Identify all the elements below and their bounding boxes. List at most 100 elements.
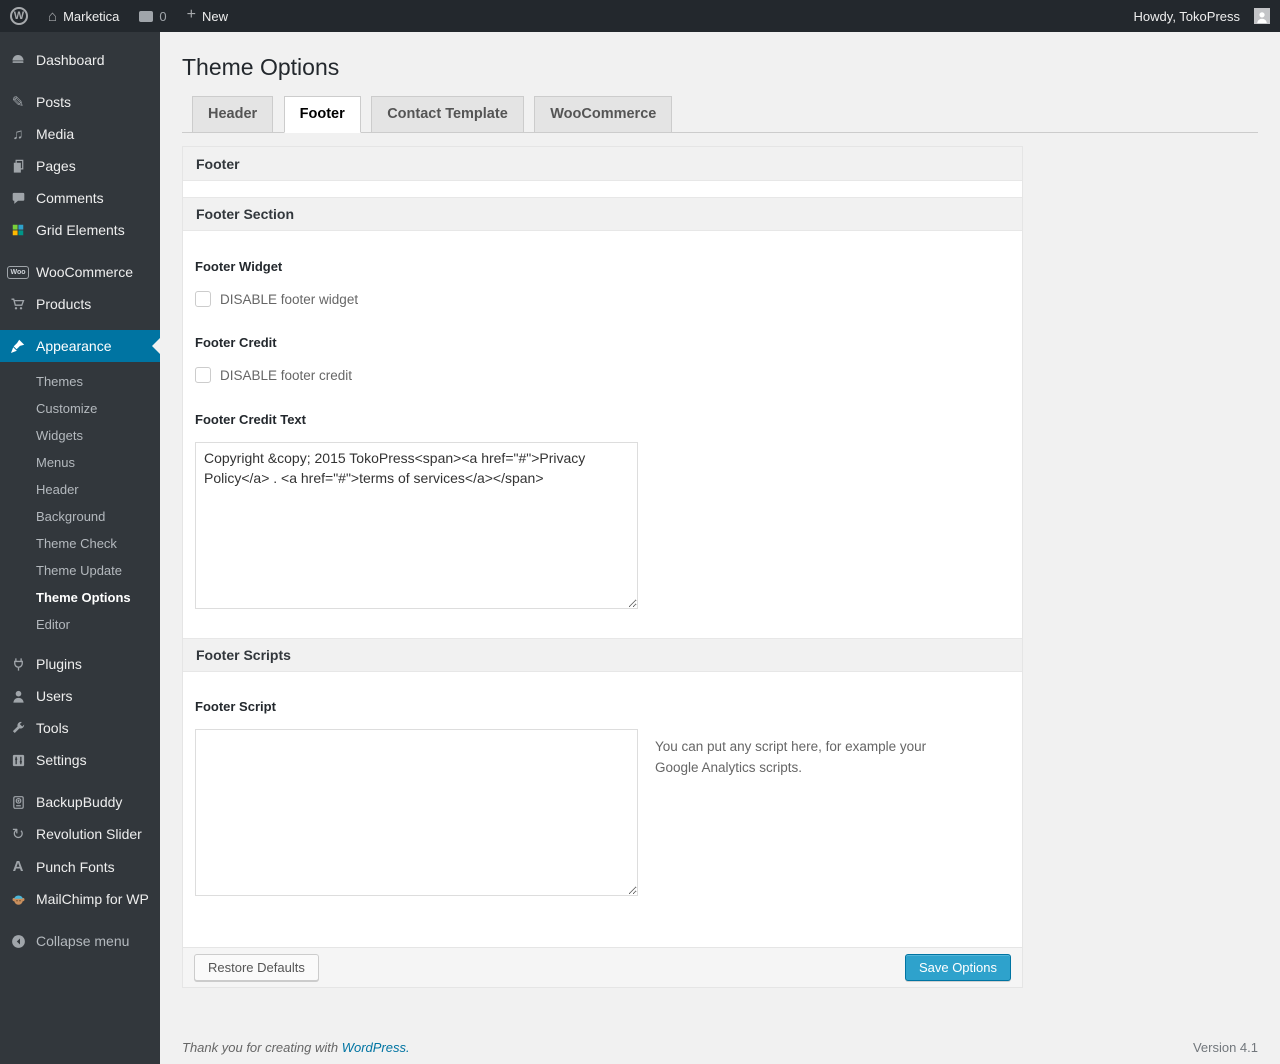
menu-separator [0,246,160,256]
grid-elements-icon [8,223,28,237]
sidebar-item-label: Media [36,126,75,142]
sidebar-item-label: Punch Fonts [36,858,115,875]
sidebar-item-label: Posts [36,94,72,110]
sidebar-item-mailchimp[interactable]: MailChimp for WP [0,883,160,915]
tab-footer[interactable]: Footer [283,96,361,133]
sidebar-item-label: Collapse menu [36,933,130,949]
submenu-item-customize[interactable]: Customize [0,395,160,422]
submenu-item-header[interactable]: Header [0,476,160,503]
sidebar-item-plugins[interactable]: Plugins [0,648,160,680]
tab-contact-template[interactable]: Contact Template [371,96,524,132]
site-name: Marketica [63,8,120,24]
site-name-menu[interactable]: ⌂ Marketica [38,0,129,32]
rotate-arrows-icon: ↻ [11,825,25,843]
submenu-item-theme-options[interactable]: Theme Options [0,584,160,611]
submenu-item-background[interactable]: Background [0,503,160,530]
submenu-item-theme-check[interactable]: Theme Check [0,530,160,557]
submenu-item-themes[interactable]: Themes [0,368,160,395]
footer-script-textarea[interactable] [195,729,638,896]
menu-separator [0,320,160,330]
sidebar-item-label: MailChimp for WP [36,891,149,907]
tab-woocommerce[interactable]: WooCommerce [534,96,673,132]
tab-header[interactable]: Header [192,96,274,132]
avatar [1254,8,1270,24]
sidebar-item-label: Plugins [36,656,82,672]
disable-footer-widget-text[interactable]: DISABLE footer widget [220,292,358,307]
sidebar-item-media[interactable]: ♫ Media [0,118,160,150]
section-heading-footer-section: Footer Section [183,197,1022,231]
admin-sidebar: Dashboard ✎ Posts ♫ Media Pages Comments… [0,32,160,1064]
collapse-menu-button[interactable]: Collapse menu [0,925,160,957]
sidebar-item-users[interactable]: Users [0,680,160,712]
cart-icon [8,296,28,312]
brush-icon [8,338,28,354]
wp-logo-menu[interactable]: W [0,0,38,32]
sidebar-item-label: Appearance [36,338,112,354]
submenu-item-editor[interactable]: Editor [0,611,160,638]
footer-scripts-body: Footer Script You can put any script her… [183,672,1022,947]
submenu-item-menus[interactable]: Menus [0,449,160,476]
letter-a-icon: A [12,858,24,875]
save-options-button[interactable]: Save Options [904,954,1011,981]
comments-icon [8,191,28,206]
footer-thanks: Thank you for creating with WordPress. [182,1040,410,1055]
group-heading-footer: Footer [183,147,1022,181]
submenu-item-widgets[interactable]: Widgets [0,422,160,449]
admin-bar: W ⌂ Marketica 0 + New Howdy, TokoPress [0,0,1280,32]
sidebar-item-woocommerce[interactable]: Woo WooCommerce [0,256,160,288]
panel-action-bar: Restore Defaults Save Options [183,947,1022,987]
submenu-item-theme-update[interactable]: Theme Update [0,557,160,584]
footer-credit-text-label: Footer Credit Text [195,412,306,427]
disable-footer-credit-checkbox[interactable] [195,367,211,383]
sliders-icon [8,753,28,768]
sidebar-item-products[interactable]: Products [0,288,160,320]
collapse-icon [8,934,28,949]
footer-credit-label: Footer Credit [195,335,277,350]
sidebar-item-punch-fonts[interactable]: A Punch Fonts [0,850,160,883]
person-icon [1257,12,1267,24]
footer-section-body: Footer Widget DISABLE footer widget Foot… [183,231,1022,638]
sidebar-item-settings[interactable]: Settings [0,744,160,776]
my-account-menu[interactable]: Howdy, TokoPress [1124,0,1280,32]
sidebar-item-comments[interactable]: Comments [0,182,160,214]
sidebar-item-appearance[interactable]: Appearance [0,330,160,362]
sidebar-item-label: Products [36,296,92,312]
sidebar-item-tools[interactable]: Tools [0,712,160,744]
home-icon: ⌂ [48,7,58,25]
version-text: Version 4.1 [1192,1040,1258,1055]
comment-bubble-icon [139,10,154,22]
sidebar-item-label: Settings [36,752,87,768]
sidebar-item-label: Dashboard [36,52,105,68]
wordpress-logo-icon: W [10,7,28,25]
plug-icon [8,657,28,672]
group-spacer [183,181,1022,197]
restore-defaults-button[interactable]: Restore Defaults [194,954,319,981]
sidebar-item-label: BackupBuddy [36,794,123,810]
footer-script-label: Footer Script [195,699,276,714]
comments-admin-bar[interactable]: 0 [129,0,176,32]
tab-bar: Header Footer Contact Template WooCommer… [182,96,1258,133]
main-content: Theme Options Header Footer Contact Temp… [160,32,1280,1055]
menu-separator [0,776,160,786]
sidebar-item-pages[interactable]: Pages [0,150,160,182]
sidebar-item-grid-elements[interactable]: Grid Elements [0,214,160,246]
sidebar-item-dashboard[interactable]: Dashboard [0,44,160,76]
sidebar-item-posts[interactable]: ✎ Posts [0,86,160,118]
appearance-submenu: Themes Customize Widgets Menus Header Ba… [0,362,160,648]
backup-drive-icon [8,795,28,810]
dashboard-icon [8,52,28,68]
thanks-text: Thank you for creating with [182,1040,342,1055]
new-label: New [202,8,229,24]
disable-footer-credit-text[interactable]: DISABLE footer credit [220,368,352,383]
disable-footer-widget-checkbox[interactable] [195,291,211,307]
pages-icon [8,159,28,174]
new-content-menu[interactable]: + New [177,0,238,32]
sidebar-item-backupbuddy[interactable]: BackupBuddy [0,786,160,818]
wordpress-link[interactable]: WordPress. [342,1040,410,1055]
media-icon: ♫ [12,125,24,143]
user-icon [8,689,28,704]
footer-credit-text-textarea[interactable]: Copyright &copy; 2015 TokoPress<span><a … [195,442,638,609]
footer-script-description: You can put any script here, for example… [655,739,927,775]
woocommerce-icon: Woo [7,265,29,279]
sidebar-item-revolution-slider[interactable]: ↻ Revolution Slider [0,818,160,850]
